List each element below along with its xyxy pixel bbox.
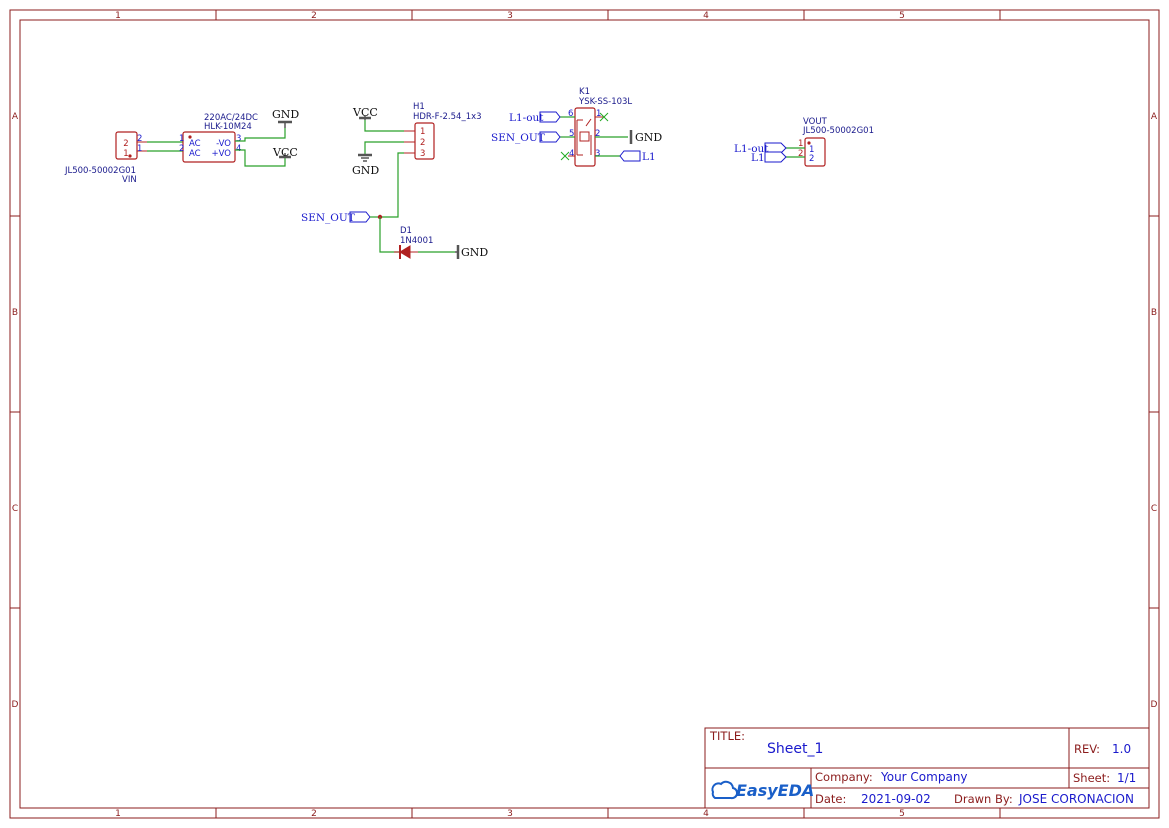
vcc-label-1: VCC	[272, 146, 298, 159]
drawn-by-value: JOSE CORONACION	[1018, 792, 1134, 806]
gnd-label-2: GND	[352, 164, 379, 177]
d1-value: 1N4001	[400, 236, 433, 246]
vout-connector[interactable]: 1 2 1 2 VOUT JL500-50002G01	[798, 117, 874, 167]
hlk-label-plus-vo: +VO	[212, 149, 232, 159]
net-label-sen-out-2: SEN_OUT	[491, 132, 545, 144]
col-label-bottom-2: 2	[311, 809, 317, 819]
d1-ref: D1	[400, 226, 412, 236]
row-dividers	[10, 215, 1159, 609]
gnd-label-1: GND	[272, 108, 299, 121]
hlk-label-ac2: AC	[189, 149, 201, 159]
row-label-left-c: C	[12, 504, 18, 514]
net-port-sen-out-1[interactable]: SEN_OUT	[301, 211, 380, 224]
vin-pin-1-outer: 1	[137, 144, 142, 154]
col-label-top-4: 4	[703, 11, 709, 21]
row-label-right-d: D	[1151, 700, 1158, 710]
vin-pin-1-inner: 1	[123, 149, 128, 159]
hlk-label-minus-vo: -VO	[216, 139, 231, 149]
row-label-left-d: D	[12, 700, 19, 710]
schematic-sheet: 1 2 3 4 5 1 2 3 4 5 A B C D A B C D 2 1 …	[9, 9, 1160, 819]
col-label-top-5: 5	[899, 11, 905, 21]
k1-value: YSK-SS-103L	[578, 97, 632, 107]
vin-ref: VIN	[122, 175, 137, 185]
title-block: TITLE: Sheet_1 REV: 1.0 EasyEDA Company:…	[704, 727, 1150, 809]
vin-pin-2-inner: 2	[123, 139, 128, 149]
row-label-right-b: B	[1151, 308, 1157, 318]
net-label-l1-2: L1	[751, 152, 765, 164]
k1-pin-3: 3	[595, 149, 600, 159]
company-label: Company:	[815, 770, 873, 784]
gnd-label-3: GND	[461, 246, 488, 259]
hlk-pin-1: 1	[179, 134, 184, 144]
d1-diode[interactable]: D1 1N4001	[394, 226, 433, 259]
wire-h1-vcc	[364, 120, 404, 132]
vin-connector[interactable]: 2 1 2 1 JL500-50002G01 VIN	[64, 131, 147, 185]
net-port-l1-1[interactable]: L1	[619, 150, 656, 163]
row-label-left-a: A	[12, 112, 19, 122]
vcc-symbol-1: VCC	[272, 146, 298, 159]
row-label-left-b: B	[12, 308, 18, 318]
vcc-symbol-2: VCC	[352, 106, 378, 120]
row-label-right-a: A	[1151, 112, 1158, 122]
k1-ref: K1	[579, 87, 590, 97]
col-label-bottom-1: 1	[115, 809, 121, 819]
easyeda-logo: EasyEDA	[711, 780, 814, 800]
net-port-sen-out-2[interactable]: SEN_OUT	[491, 131, 561, 144]
title-label: TITLE:	[709, 729, 745, 743]
date-value: 2021-09-02	[861, 792, 931, 806]
h1-pin-2: 2	[420, 138, 425, 148]
col-label-bottom-5: 5	[899, 809, 905, 819]
col-label-top-3: 3	[507, 11, 513, 21]
gnd-symbol-2: GND	[352, 153, 379, 177]
sheet-title: Sheet_1	[767, 741, 823, 757]
hlk-pin-2: 2	[179, 144, 184, 154]
net-label-l1-out-1: L1-out	[509, 112, 544, 124]
net-port-l1-2[interactable]: L1	[751, 151, 787, 164]
sheet-label: Sheet:	[1073, 771, 1110, 785]
date-label: Date:	[815, 792, 846, 806]
col-label-bottom-4: 4	[703, 809, 709, 819]
gnd-symbol-4: GND	[629, 130, 662, 144]
net-label-sen-out-1: SEN_OUT	[301, 212, 355, 224]
k1-pin-4: 4	[569, 149, 574, 159]
h1-pin-3: 3	[420, 149, 425, 159]
hlk-pin-3: 3	[236, 134, 241, 144]
h1-header[interactable]: 1 2 3 H1 HDR-F-2.54_1x3	[404, 102, 482, 160]
drawn-by-label: Drawn By:	[954, 792, 1013, 806]
wire-h1-senout	[380, 152, 404, 218]
no-connect-k1-pin4	[560, 151, 570, 161]
column-dividers	[215, 10, 1001, 818]
h1-value: HDR-F-2.54_1x3	[413, 112, 482, 122]
gnd-label-4: GND	[635, 131, 662, 144]
vout-value: JL500-50002G01	[802, 126, 874, 136]
h1-pin-1: 1	[420, 127, 425, 137]
col-label-top-1: 1	[115, 11, 121, 21]
vin-pin-2-outer: 2	[137, 134, 142, 144]
col-label-top-2: 2	[311, 11, 317, 21]
gnd-symbol-3: GND	[455, 245, 488, 259]
row-label-right-c: C	[1151, 504, 1157, 514]
h1-ref: H1	[413, 102, 425, 112]
rev-label: REV:	[1074, 742, 1100, 756]
company-value: Your Company	[880, 770, 968, 784]
net-label-l1-1: L1	[642, 151, 656, 163]
hlk-value-2: HLK-10M24	[204, 122, 252, 132]
wire-senout-diode	[379, 217, 400, 253]
gnd-symbol-1: GND	[272, 108, 299, 128]
logo-text: EasyEDA	[736, 781, 814, 800]
hlk-pin-4: 4	[236, 144, 241, 154]
net-port-l1-out-1[interactable]: L1-out	[509, 111, 561, 124]
col-label-bottom-3: 3	[507, 809, 513, 819]
rev-value: 1.0	[1112, 742, 1131, 756]
sheet-value: 1/1	[1117, 771, 1136, 785]
hlk-label-ac1: AC	[189, 139, 201, 149]
vout-pin-2-inner: 2	[809, 154, 814, 164]
vcc-label-2: VCC	[352, 106, 378, 119]
